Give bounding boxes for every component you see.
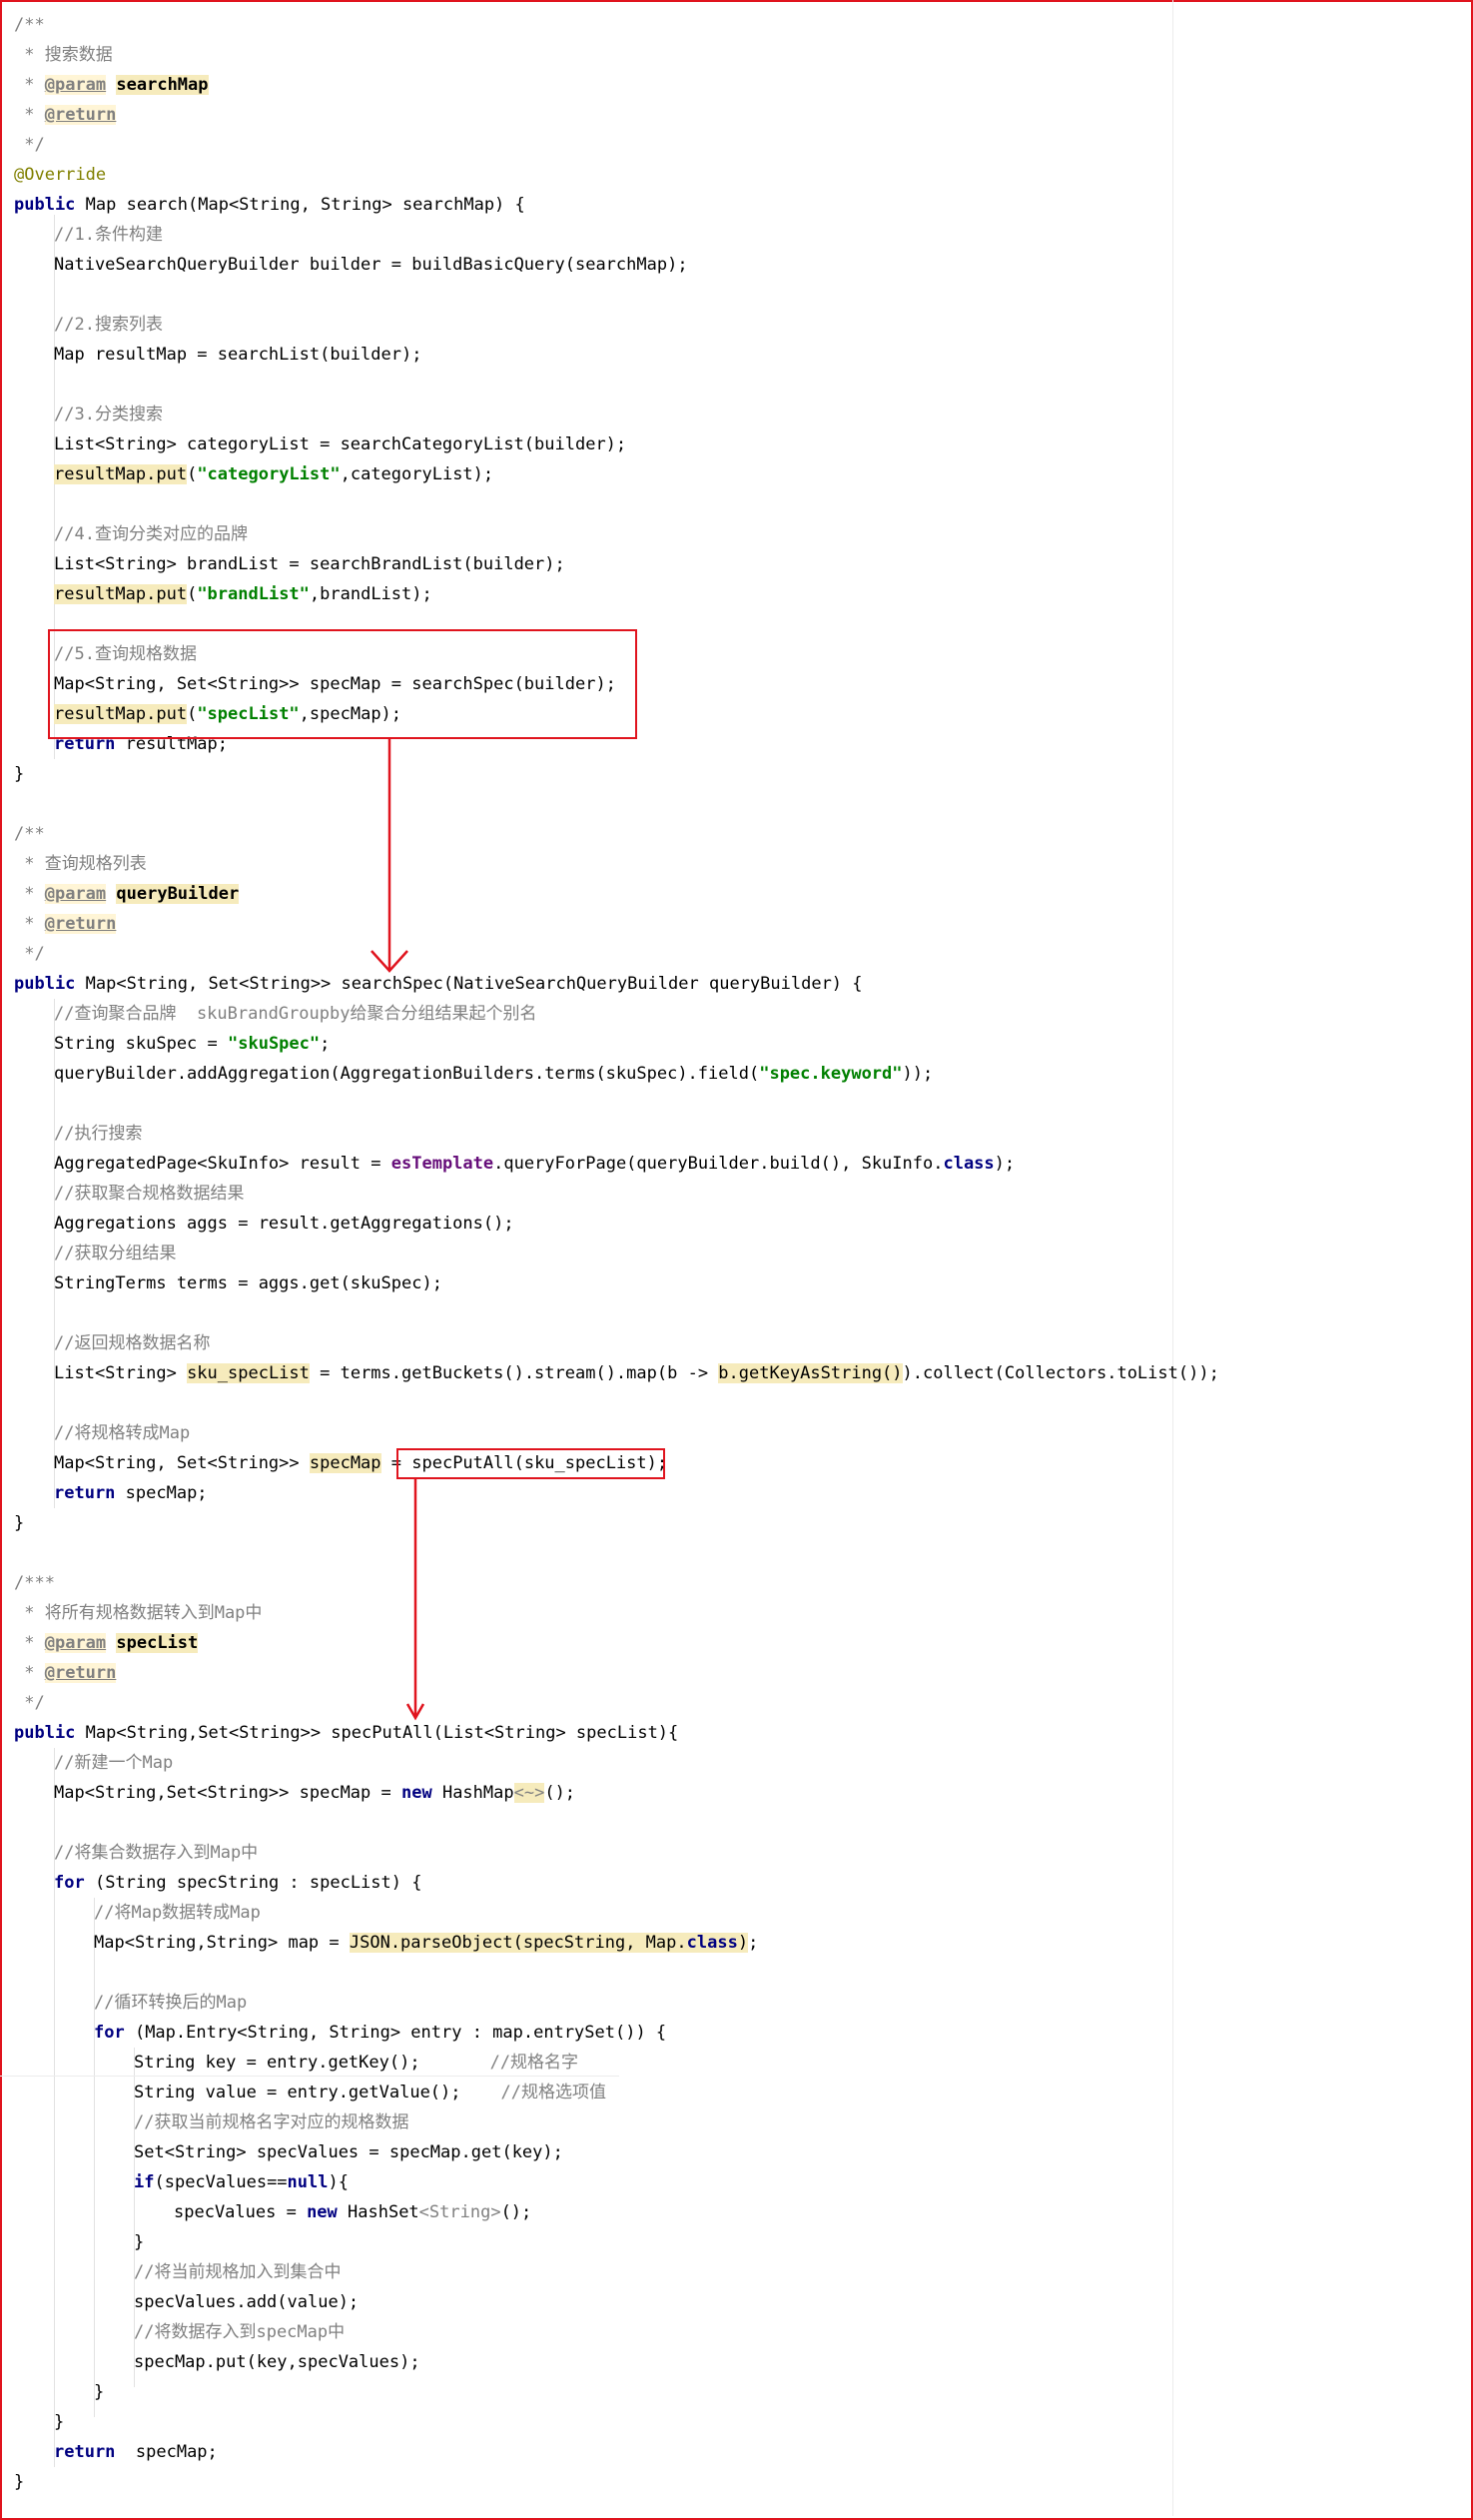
annotation-arrows xyxy=(370,739,425,1721)
code-editor: /** * 搜索数据 * @param searchMap * @return … xyxy=(0,0,1469,2516)
